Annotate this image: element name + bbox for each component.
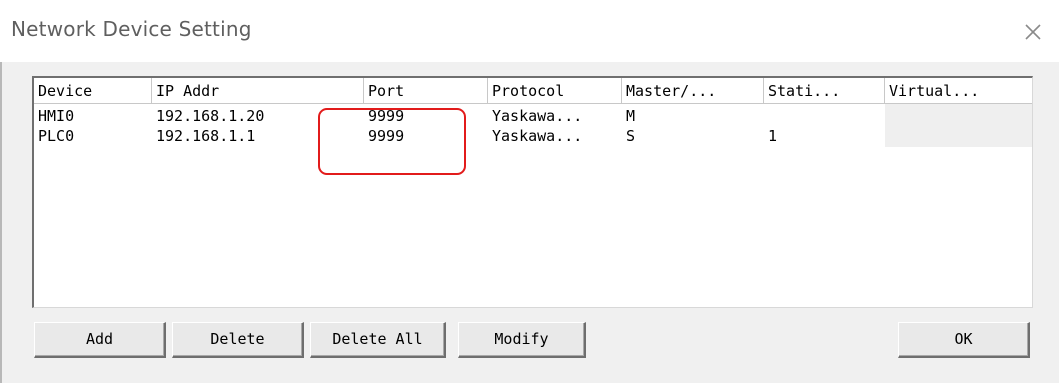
cell-master: M: [626, 107, 636, 125]
cell-virtual: [885, 106, 889, 126]
cell-ip-addr: 192.168.1.1: [156, 127, 256, 145]
table-row[interactable]: PLC0 192.168.1.1 9999 Yaskawa... S 1: [34, 126, 1032, 146]
cell-port: 9999: [368, 107, 405, 125]
modify-button[interactable]: Modify: [458, 322, 586, 358]
column-header-virtual[interactable]: Virtual...: [885, 78, 1032, 104]
cell-port: 9999: [368, 127, 405, 145]
cell-station: [764, 106, 768, 126]
table-row[interactable]: HMI0 192.168.1.20 9999 Yaskawa... M: [34, 106, 1032, 126]
column-header-ip-addr[interactable]: IP Addr: [152, 78, 364, 104]
column-header-master[interactable]: Master/...: [622, 78, 764, 104]
close-button[interactable]: [1019, 18, 1047, 46]
cell-master: S: [626, 127, 636, 145]
cell-protocol: Yaskawa...: [492, 107, 583, 125]
close-icon: [1025, 24, 1041, 40]
ok-button[interactable]: OK: [898, 322, 1030, 358]
cell-ip-addr: 192.168.1.20: [156, 107, 265, 125]
list-header: Device IP Addr Port Protocol Master/... …: [34, 78, 1032, 106]
cell-device: HMI0: [38, 107, 75, 125]
cell-protocol: Yaskawa...: [492, 127, 583, 145]
title-bar: Network Device Setting: [0, 0, 1059, 62]
cell-device: PLC0: [38, 127, 75, 145]
delete-button[interactable]: Delete: [172, 322, 304, 358]
column-header-port[interactable]: Port: [364, 78, 488, 104]
window-left-edge: [0, 62, 2, 383]
network-device-setting-dialog: Network Device Setting Device IP Addr Po…: [0, 0, 1059, 383]
column-header-device[interactable]: Device: [34, 78, 152, 104]
column-header-station[interactable]: Stati...: [764, 78, 885, 104]
device-list[interactable]: Device IP Addr Port Protocol Master/... …: [32, 76, 1033, 308]
cell-station: 1: [768, 127, 778, 145]
cell-virtual: [885, 126, 889, 146]
dialog-title: Network Device Setting: [11, 17, 252, 41]
add-button[interactable]: Add: [34, 322, 166, 358]
delete-all-button[interactable]: Delete All: [310, 322, 446, 358]
column-header-protocol[interactable]: Protocol: [488, 78, 622, 104]
